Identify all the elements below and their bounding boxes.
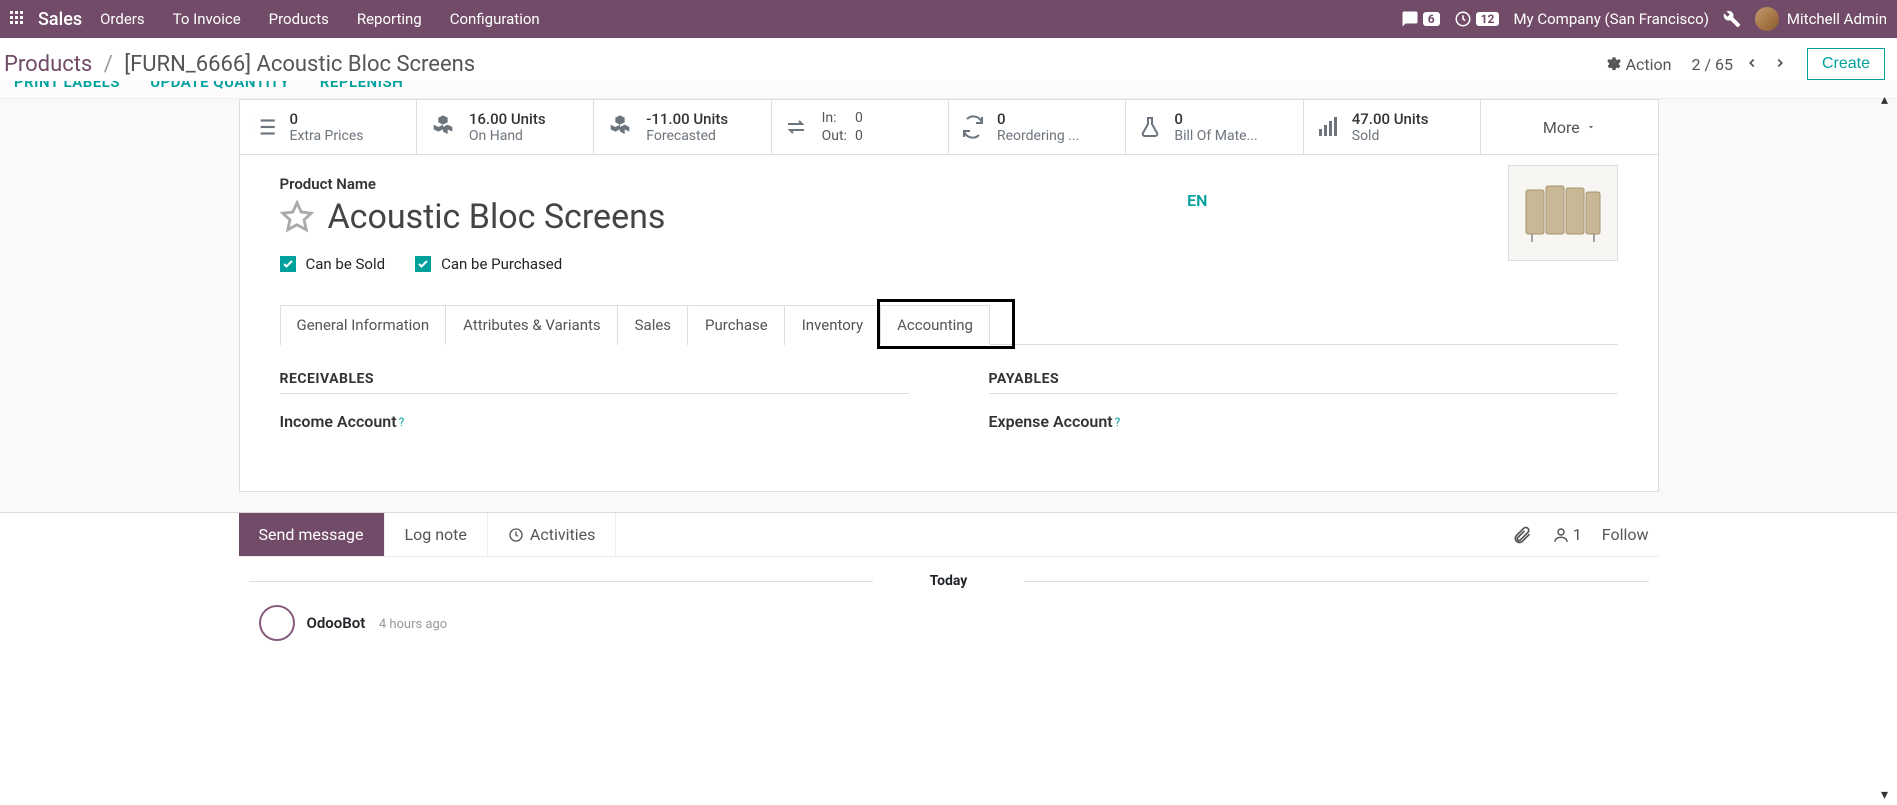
tabs: General Information Attributes & Variant… [280, 305, 1618, 345]
product-name-input[interactable]: Acoustic Bloc Screens [328, 197, 666, 237]
update-quantity-button[interactable]: UPDATE QUANTITY [150, 81, 289, 91]
checkbox-checked-icon [280, 256, 296, 272]
menu-to-invoice[interactable]: To Invoice [173, 10, 241, 28]
user-menu[interactable]: Mitchell Admin [1755, 7, 1887, 31]
menu-reporting[interactable]: Reporting [357, 10, 422, 28]
breadcrumb: Products / [FURN_6666] Acoustic Bloc Scr… [4, 52, 475, 77]
tab-sales[interactable]: Sales [618, 305, 688, 345]
tab-accounting[interactable]: Accounting [880, 305, 990, 345]
user-icon [1552, 526, 1570, 544]
replenish-button[interactable]: REPLENISH [320, 81, 403, 91]
activities-button[interactable]: 12 [1454, 10, 1500, 28]
messages-badge: 6 [1423, 12, 1440, 26]
pager-next-icon[interactable] [1773, 56, 1787, 70]
expense-account-field[interactable]: Expense Account? [989, 412, 1618, 431]
cubes-icon [606, 113, 634, 141]
top-menu: Orders To Invoice Products Reporting Con… [100, 10, 540, 28]
follow-button[interactable]: Follow [1602, 525, 1649, 544]
log-note-button[interactable]: Log note [385, 513, 488, 556]
print-labels-button[interactable]: PRINT LABELS [14, 81, 120, 91]
can-be-purchased-checkbox[interactable]: Can be Purchased [415, 255, 562, 273]
bar-chart-icon [1316, 115, 1340, 139]
flask-icon [1138, 115, 1162, 139]
message-author[interactable]: OdooBot [307, 614, 366, 632]
messages-button[interactable]: 6 [1401, 10, 1440, 28]
tab-general-information[interactable]: General Information [280, 305, 447, 345]
form-buttons-row: PRINT LABELS UPDATE QUANTITY REPLENISH [0, 81, 1897, 99]
menu-orders[interactable]: Orders [100, 10, 145, 28]
stat-reordering[interactable]: 0Reordering ... [949, 100, 1126, 154]
scroll-down-icon[interactable]: ▾ [1881, 787, 1895, 803]
pager-prev-icon[interactable] [1745, 56, 1759, 70]
apps-icon[interactable] [10, 11, 28, 27]
favorite-star-icon[interactable] [280, 200, 314, 234]
tab-purchase[interactable]: Purchase [688, 305, 785, 345]
income-account-field[interactable]: Income Account? [280, 412, 909, 431]
app-brand[interactable]: Sales [38, 9, 82, 30]
breadcrumb-current: [FURN_6666] Acoustic Bloc Screens [124, 52, 475, 77]
create-button[interactable]: Create [1807, 48, 1885, 80]
activities-badge: 12 [1476, 12, 1500, 26]
stat-more[interactable]: More [1481, 100, 1657, 154]
help-icon[interactable]: ? [399, 415, 405, 429]
bot-avatar-icon [259, 605, 295, 641]
product-image[interactable] [1508, 165, 1618, 261]
receivables-title: RECEIVABLES [280, 371, 909, 394]
stat-extra-prices[interactable]: 0Extra Prices [240, 100, 417, 154]
stat-in-out[interactable]: In:0Out:0 [772, 100, 949, 154]
attachments-button[interactable] [1512, 525, 1532, 545]
followers-button[interactable]: 1 [1552, 525, 1582, 544]
tab-attributes-variants[interactable]: Attributes & Variants [446, 305, 617, 345]
stat-on-hand[interactable]: 16.00 UnitsOn Hand [417, 100, 594, 154]
message-time: 4 hours ago [379, 617, 447, 632]
pager-text[interactable]: 2 / 65 [1691, 55, 1733, 74]
message: OdooBot 4 hours ago [239, 605, 1659, 641]
debug-icon[interactable] [1723, 10, 1741, 28]
can-be-sold-checkbox[interactable]: Can be Sold [280, 255, 386, 273]
list-icon [252, 114, 278, 140]
date-separator: Today [239, 573, 1659, 589]
paperclip-icon [1512, 525, 1532, 545]
product-name-label: Product Name [280, 175, 1618, 193]
clock-icon [508, 527, 524, 543]
lang-badge[interactable]: EN [1187, 191, 1207, 210]
checkbox-checked-icon [415, 256, 431, 272]
stat-bom[interactable]: 0Bill Of Mate... [1126, 100, 1303, 154]
caret-down-icon [1586, 122, 1596, 132]
cubes-icon [429, 113, 457, 141]
payables-title: PAYABLES [989, 371, 1618, 394]
breadcrumb-root[interactable]: Products [4, 52, 92, 77]
stat-forecasted[interactable]: -11.00 UnitsForecasted [594, 100, 771, 154]
stat-sold[interactable]: 47.00 UnitsSold [1304, 100, 1481, 154]
menu-configuration[interactable]: Configuration [450, 10, 540, 28]
help-icon[interactable]: ? [1115, 415, 1121, 429]
scroll-up-icon[interactable]: ▴ [1881, 92, 1895, 108]
transfer-icon [784, 115, 808, 139]
user-name: Mitchell Admin [1787, 10, 1887, 28]
menu-products[interactable]: Products [269, 10, 329, 28]
company-switcher[interactable]: My Company (San Francisco) [1513, 10, 1708, 28]
tab-inventory[interactable]: Inventory [785, 305, 880, 345]
send-message-button[interactable]: Send message [239, 513, 385, 556]
avatar-icon [1755, 7, 1779, 31]
activities-button[interactable]: Activities [488, 513, 616, 556]
refresh-icon [961, 115, 985, 139]
action-dropdown[interactable]: Action [1606, 55, 1672, 74]
